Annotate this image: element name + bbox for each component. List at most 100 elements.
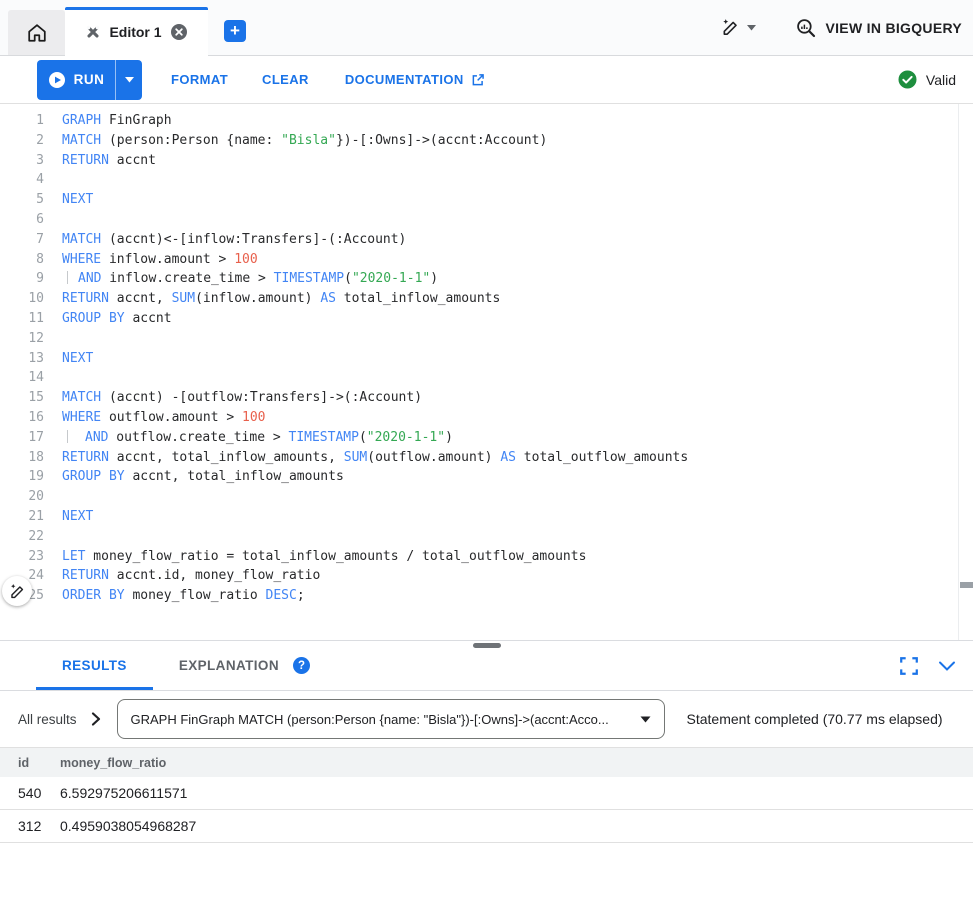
code-line[interactable]: 11GROUP BY accnt <box>0 309 973 329</box>
code-token: (person:Person {name: <box>101 133 281 148</box>
code-line[interactable]: 3RETURN accnt <box>0 151 973 171</box>
code-line[interactable]: 9AND inflow.create_time > TIMESTAMP("202… <box>0 269 973 289</box>
code-line[interactable]: 21NEXT <box>0 507 973 527</box>
run-options-button[interactable] <box>115 60 142 100</box>
collapse-panel-chevron-down-icon[interactable] <box>938 660 956 672</box>
code-text: LET money_flow_ratio = total_inflow_amou… <box>44 549 586 564</box>
code-lines[interactable]: 1GRAPH FinGraph2MATCH (person:Person {na… <box>0 104 973 606</box>
code-line[interactable]: 14 <box>0 368 973 388</box>
query-selector-row: All results GRAPH FinGraph MATCH (person… <box>0 691 973 748</box>
code-token: ) <box>445 430 453 445</box>
code-token: outflow.amount > <box>101 410 242 425</box>
code-line[interactable]: 12 <box>0 329 973 349</box>
table-row: 5406.592975206611571 <box>0 777 973 810</box>
magic-pen-menu-button[interactable] <box>715 12 762 43</box>
line-number: 18 <box>0 448 44 468</box>
help-icon[interactable]: ? <box>293 657 310 674</box>
code-line[interactable]: 5NEXT <box>0 190 973 210</box>
code-token: total_outflow_amounts <box>516 450 688 465</box>
close-tab-icon[interactable] <box>170 23 188 41</box>
code-text: MATCH (person:Person {name: "Bisla"})-[:… <box>44 133 547 148</box>
line-number: 23 <box>0 547 44 567</box>
tab-results[interactable]: RESULTS <box>36 641 153 690</box>
statement-select[interactable]: GRAPH FinGraph MATCH (person:Person {nam… <box>117 699 665 739</box>
chevron-right-icon[interactable] <box>89 711 103 727</box>
code-token: TIMESTAMP <box>274 271 344 286</box>
code-token: ( <box>359 430 367 445</box>
play-icon <box>48 71 66 89</box>
code-line[interactable]: 20 <box>0 487 973 507</box>
code-line[interactable]: 23LET money_flow_ratio = total_inflow_am… <box>0 547 973 567</box>
code-token: LET <box>62 549 85 564</box>
code-line[interactable]: 25ORDER BY money_flow_ratio DESC; <box>0 586 973 606</box>
code-token: ( <box>344 271 352 286</box>
assist-pencil-button[interactable] <box>2 576 32 606</box>
run-split-button: RUN <box>37 60 142 100</box>
line-number: 20 <box>0 487 44 507</box>
documentation-link[interactable]: DOCUMENTATION <box>345 72 485 87</box>
code-text: GRAPH FinGraph <box>44 113 172 128</box>
code-line[interactable]: 22 <box>0 527 973 547</box>
code-token: "2020-1-1" <box>352 271 430 286</box>
caret-down-icon <box>125 77 134 83</box>
code-editor[interactable]: 1GRAPH FinGraph2MATCH (person:Person {na… <box>0 104 973 640</box>
code-line[interactable]: 1GRAPH FinGraph <box>0 111 973 131</box>
run-button[interactable]: RUN <box>37 60 115 100</box>
tab-explanation[interactable]: EXPLANATION <box>153 641 293 690</box>
line-number: 15 <box>0 388 44 408</box>
code-token: inflow.create_time > <box>101 271 273 286</box>
panel-resize-handle[interactable] <box>473 643 501 648</box>
code-token: NEXT <box>62 351 93 366</box>
code-token: ) <box>430 271 438 286</box>
column-header: money_flow_ratio <box>60 756 973 770</box>
code-token: WHERE <box>62 252 101 267</box>
code-line[interactable]: 2MATCH (person:Person {name: "Bisla"})-[… <box>0 131 973 151</box>
query-toolbar: RUN FORMAT CLEAR DOCUMENTATION Valid <box>0 56 973 104</box>
add-tab-button[interactable]: + <box>224 20 246 42</box>
editor-scrollbar-thumb[interactable] <box>960 582 973 588</box>
code-line[interactable]: 6 <box>0 210 973 230</box>
table-cell: 312 <box>0 818 60 834</box>
code-line[interactable]: 8WHERE inflow.amount > 100 <box>0 250 973 270</box>
home-tab[interactable] <box>8 10 65 55</box>
code-line[interactable]: 18RETURN accnt, total_inflow_amounts, SU… <box>0 448 973 468</box>
code-text <box>44 370 62 385</box>
code-line[interactable]: 4 <box>0 170 973 190</box>
editor-scrollbar[interactable] <box>958 104 973 640</box>
select-caret-icon <box>640 716 651 723</box>
code-line[interactable]: 16WHERE outflow.amount > 100 <box>0 408 973 428</box>
code-token: (accnt) -[outflow:Transfers]->(:Account) <box>101 390 422 405</box>
code-token: accnt, <box>109 291 172 306</box>
statement-status: Statement completed (70.77 ms elapsed) <box>687 711 943 727</box>
code-token: RETURN <box>62 153 109 168</box>
code-token: RETURN <box>62 450 109 465</box>
code-line[interactable]: 24RETURN accnt.id, money_flow_ratio <box>0 566 973 586</box>
code-token: MATCH <box>62 390 101 405</box>
code-token: FinGraph <box>101 113 171 128</box>
bigquery-search-icon <box>796 18 816 38</box>
code-line[interactable]: 17AND outflow.create_time > TIMESTAMP("2… <box>0 428 973 448</box>
code-line[interactable]: 13 NEXT <box>0 349 973 369</box>
code-token <box>67 271 68 284</box>
view-in-bigquery-button[interactable]: VIEW IN BIGQUERY <box>796 18 962 38</box>
code-line[interactable]: 15 MATCH (accnt) -[outflow:Transfers]->(:… <box>0 388 973 408</box>
tab-label: Editor 1 <box>109 24 161 40</box>
tab-editor-1[interactable]: Editor 1 <box>65 7 208 56</box>
code-line[interactable]: 19GROUP BY accnt, total_inflow_amounts <box>0 467 973 487</box>
clear-button[interactable]: CLEAR <box>262 72 309 87</box>
fullscreen-icon[interactable] <box>899 656 919 676</box>
line-number: 13 <box>0 349 44 369</box>
line-number: 19 <box>0 467 44 487</box>
format-button[interactable]: FORMAT <box>171 72 228 87</box>
line-number: 2 <box>0 131 44 151</box>
code-token: SUM <box>344 450 367 465</box>
code-token: ; <box>297 588 305 603</box>
line-number: 4 <box>0 170 44 190</box>
code-line[interactable]: 7MATCH (accnt)<-[inflow:Transfers]-(:Acc… <box>0 230 973 250</box>
code-token: AND <box>85 430 108 445</box>
line-number: 1 <box>0 111 44 131</box>
code-line[interactable]: 10RETURN accnt, SUM(inflow.amount) AS to… <box>0 289 973 309</box>
code-text: NEXT <box>44 192 93 207</box>
code-token: 100 <box>234 252 257 267</box>
code-text: GROUP BY accnt, total_inflow_amounts <box>44 469 344 484</box>
